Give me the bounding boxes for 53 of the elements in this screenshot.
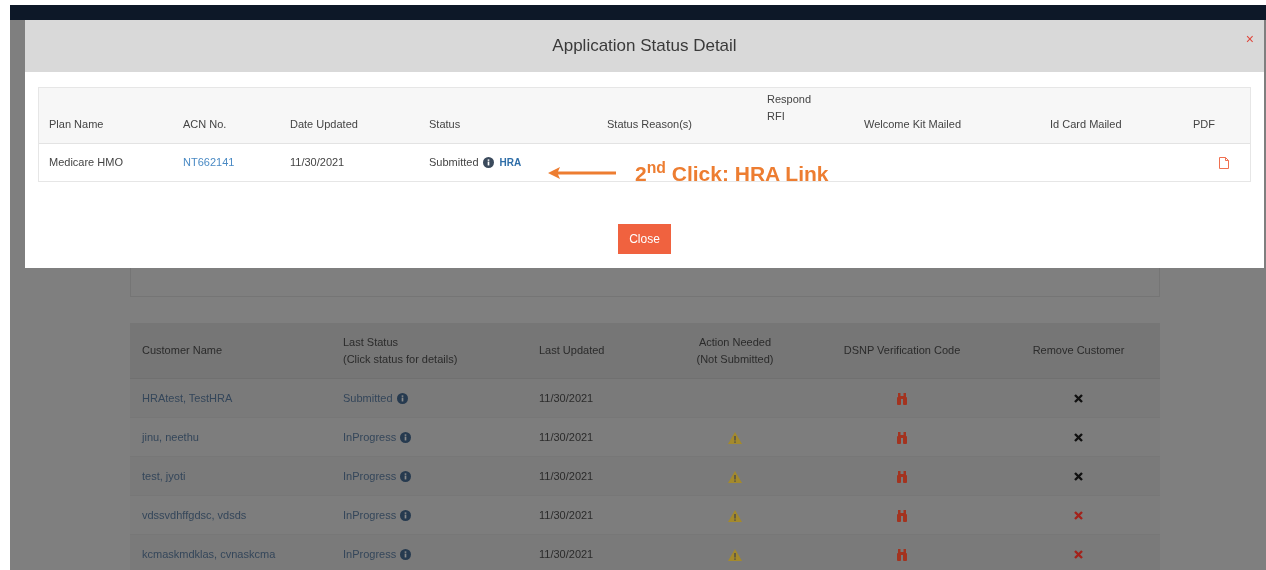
date-updated-cell-text: 11/30/2021 bbox=[290, 155, 346, 171]
annotation-arrow bbox=[548, 167, 616, 179]
column-header: Last Updated bbox=[539, 343, 606, 358]
column-header: Last Status (Click status for details) bbox=[343, 334, 459, 367]
customer-name-link[interactable]: test, jyoti bbox=[130, 467, 343, 485]
customer-name-link[interactable]: vdssvdhffgdsc, vdsds bbox=[130, 506, 343, 524]
status-link[interactable]: InProgress bbox=[343, 428, 397, 446]
column-header: Status Reason(s) bbox=[607, 117, 693, 132]
warning-icon bbox=[728, 470, 742, 483]
warning-icon bbox=[728, 431, 742, 444]
hra-link[interactable]: HRA bbox=[499, 155, 522, 170]
last-updated-cell-text: 11/30/2021 bbox=[539, 468, 595, 484]
column-header: ACN No. bbox=[183, 117, 228, 132]
binoculars-icon[interactable] bbox=[897, 509, 907, 522]
status-link[interactable]: Submitted bbox=[343, 389, 393, 407]
customer-name-link[interactable]: kcmaskmdklas, cvnaskcma bbox=[130, 545, 343, 563]
close-button[interactable]: Close bbox=[618, 224, 671, 254]
warning-icon bbox=[728, 509, 742, 522]
column-header: Action Needed (Not Submitted) bbox=[695, 334, 775, 367]
binoculars-icon[interactable] bbox=[897, 548, 907, 561]
column-header: Plan Name bbox=[48, 117, 105, 132]
remove-icon[interactable] bbox=[1074, 394, 1083, 404]
column-header: PDF bbox=[1193, 117, 1216, 132]
warning-icon bbox=[728, 548, 742, 561]
column-header: Respond RFI bbox=[767, 91, 813, 124]
column-header: Remove Customer bbox=[1031, 343, 1126, 358]
last-updated-cell-text: 11/30/2021 bbox=[539, 429, 595, 445]
last-updated-cell-text: 11/30/2021 bbox=[539, 546, 595, 562]
column-header: Welcome Kit Mailed bbox=[864, 117, 962, 132]
status-link[interactable]: InProgress bbox=[343, 467, 397, 485]
status-link[interactable]: InProgress bbox=[343, 506, 397, 524]
column-header: Customer Name bbox=[141, 343, 224, 358]
column-header: Id Card Mailed bbox=[1050, 117, 1123, 132]
remove-icon[interactable] bbox=[1074, 472, 1083, 482]
acn-link[interactable]: NT662141 bbox=[183, 156, 235, 169]
customer-name-link[interactable]: jinu, neethu bbox=[130, 428, 343, 446]
binoculars-icon[interactable] bbox=[897, 470, 907, 483]
info-icon[interactable] bbox=[482, 157, 494, 168]
document-icon[interactable] bbox=[1219, 157, 1229, 170]
remove-icon[interactable] bbox=[1074, 433, 1083, 443]
last-updated-cell-text: 11/30/2021 bbox=[539, 507, 595, 523]
last-updated-cell-text: 11/30/2021 bbox=[539, 390, 595, 406]
plan-name-cell-text: Medicare HMO bbox=[48, 155, 124, 171]
annotation-text: 2$^{nd}$ Click: HRA Link bbox=[635, 158, 829, 187]
customer-name-link[interactable]: HRAtest, TestHRA bbox=[130, 389, 343, 407]
column-header: DSNP Verification Code bbox=[842, 343, 962, 358]
column-header: Status bbox=[429, 117, 462, 132]
status-link[interactable]: InProgress bbox=[343, 545, 397, 563]
column-header: Date Updated bbox=[290, 117, 359, 132]
binoculars-icon[interactable] bbox=[897, 392, 907, 405]
binoculars-icon[interactable] bbox=[897, 431, 907, 444]
dialog-title: Application Status Detail bbox=[552, 35, 737, 58]
status-text: Submitted bbox=[429, 155, 479, 171]
